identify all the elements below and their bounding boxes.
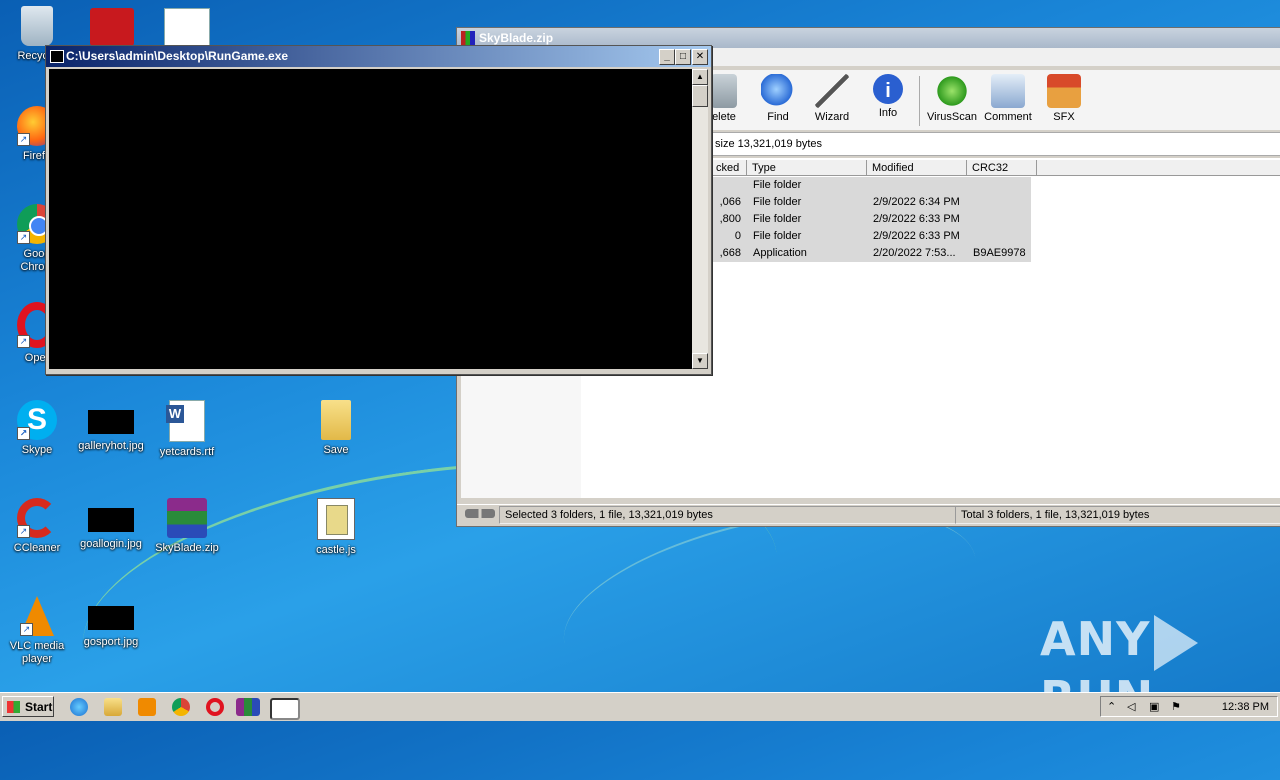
winrar-title: SkyBlade.zip [479, 31, 554, 45]
word-document-icon: W [166, 400, 205, 442]
system-tray: ⌃ ◁ ▣ ⚑ 12:38 PM [1100, 696, 1278, 717]
folder-icon [321, 400, 351, 440]
vlc-cone-icon: ↗ [20, 596, 54, 636]
taskbar-winrar-button[interactable] [236, 698, 260, 716]
console-window[interactable]: C:\Users\admin\Desktop\RunGame.exe _ □ ✕… [45, 45, 712, 375]
maximize-button[interactable]: □ [675, 49, 691, 65]
winrar-archive-icon [167, 498, 207, 538]
ccleaner-icon: ↗ [17, 498, 57, 538]
toolbar-comment-button[interactable]: Comment [979, 74, 1037, 123]
toolbar-separator [919, 76, 920, 126]
image-thumbnail-icon [88, 508, 134, 532]
toolbar-find-button[interactable]: Find [749, 74, 807, 123]
info-icon: i [873, 74, 903, 104]
start-button[interactable]: Start [2, 696, 54, 717]
column-header-crc32[interactable]: CRC32 [967, 160, 1037, 176]
desktop-icon-gosport[interactable]: gosport.jpg [74, 596, 148, 649]
desktop-icon-skyblade-zip[interactable]: SkyBlade.zip [150, 498, 224, 555]
minimize-button[interactable]: _ [659, 49, 675, 65]
play-icon [1154, 614, 1199, 671]
delete-icon [711, 74, 737, 108]
toolbar-wizard-button[interactable]: Wizard [803, 74, 861, 123]
action-center-flag-icon[interactable]: ⚑ [1171, 701, 1183, 713]
sfx-icon [1047, 74, 1081, 108]
table-row[interactable]: File folder [711, 177, 1031, 194]
recycle-bin-icon [21, 6, 53, 46]
taskbar: Start ⌃ ◁ ▣ ⚑ 12:38 PM [0, 692, 1280, 721]
skype-icon: S ↗ [17, 400, 57, 440]
comment-icon [991, 74, 1025, 108]
table-row[interactable]: ,668 Application 2/20/2022 7:53... B9AE9… [711, 245, 1031, 262]
volume-icon[interactable]: ◁ [1127, 701, 1139, 713]
desktop-icon-save-folder[interactable]: Save [299, 400, 373, 457]
scroll-down-icon[interactable]: ▼ [692, 353, 708, 369]
desktop-icon-yetcards[interactable]: W yetcards.rtf [150, 400, 224, 459]
windows-flag-icon [7, 701, 20, 713]
close-button[interactable]: ✕ [692, 49, 708, 65]
clock[interactable]: 12:38 PM [1222, 697, 1269, 717]
media-player-icon[interactable] [138, 698, 156, 716]
column-header-filler [1037, 160, 1280, 176]
column-header-type[interactable]: Type [747, 160, 867, 176]
show-hidden-icons-icon[interactable]: ⌃ [1107, 701, 1119, 713]
desktop-icon-vlc[interactable]: ↗ VLC media player [0, 596, 74, 666]
desktop-icon-castle-js[interactable]: castle.js [299, 498, 373, 557]
status-selected: Selected 3 folders, 1 file, 13,321,019 b… [499, 506, 956, 524]
console-output[interactable] [49, 69, 692, 369]
console-title-bar[interactable]: C:\Users\admin\Desktop\RunGame.exe _ □ ✕ [46, 46, 711, 67]
scroll-up-icon[interactable]: ▲ [692, 69, 708, 85]
column-header-modified[interactable]: Modified [867, 160, 967, 176]
toolbar-info-button[interactable]: i Info [859, 74, 917, 119]
word-document-icon[interactable] [164, 8, 210, 48]
virusscan-icon [935, 74, 969, 108]
desktop-icon-skype[interactable]: S ↗ Skype [0, 400, 74, 457]
opera-icon[interactable] [206, 698, 224, 716]
desktop-icon-galleryhot[interactable]: galleryhot.jpg [74, 400, 148, 453]
pdf-icon[interactable] [90, 8, 134, 46]
explorer-icon[interactable] [104, 698, 122, 716]
table-row[interactable]: ,800 File folder 2/9/2022 6:33 PM [711, 211, 1031, 228]
winrar-status-bar: Selected 3 folders, 1 file, 13,321,019 b… [457, 504, 1280, 524]
find-icon [761, 74, 795, 108]
file-rows: File folder ,066 File folder 2/9/2022 6:… [711, 177, 1031, 262]
console-app-icon [50, 50, 64, 63]
script-file-icon [317, 498, 355, 540]
column-header-packed[interactable]: cked [711, 160, 747, 176]
image-thumbnail-icon [88, 606, 134, 630]
table-row[interactable]: ,066 File folder 2/9/2022 6:34 PM [711, 194, 1031, 211]
ie-icon[interactable] [70, 698, 88, 716]
winrar-app-icon [461, 31, 475, 45]
desktop-icon-goallogin[interactable]: goallogin.jpg [74, 498, 148, 551]
network-icon[interactable]: ▣ [1149, 701, 1161, 713]
toolbar-sfx-button[interactable]: SFX [1035, 74, 1093, 123]
key-drive-icon [465, 509, 495, 518]
console-scrollbar[interactable]: ▲ ▼ [692, 69, 708, 369]
desktop-icon-ccleaner[interactable]: ↗ CCleaner [0, 498, 74, 555]
image-thumbnail-icon [88, 410, 134, 434]
taskbar-console-button[interactable] [270, 698, 300, 720]
scroll-thumb[interactable] [692, 85, 708, 107]
chrome-icon[interactable] [172, 698, 190, 716]
toolbar-virusscan-button[interactable]: VirusScan [923, 74, 981, 123]
wizard-icon [815, 74, 849, 108]
status-total: Total 3 folders, 1 file, 13,321,019 byte… [955, 506, 1280, 524]
console-title: C:\Users\admin\Desktop\RunGame.exe [66, 49, 289, 63]
table-row[interactable]: 0 File folder 2/9/2022 6:33 PM [711, 228, 1031, 245]
